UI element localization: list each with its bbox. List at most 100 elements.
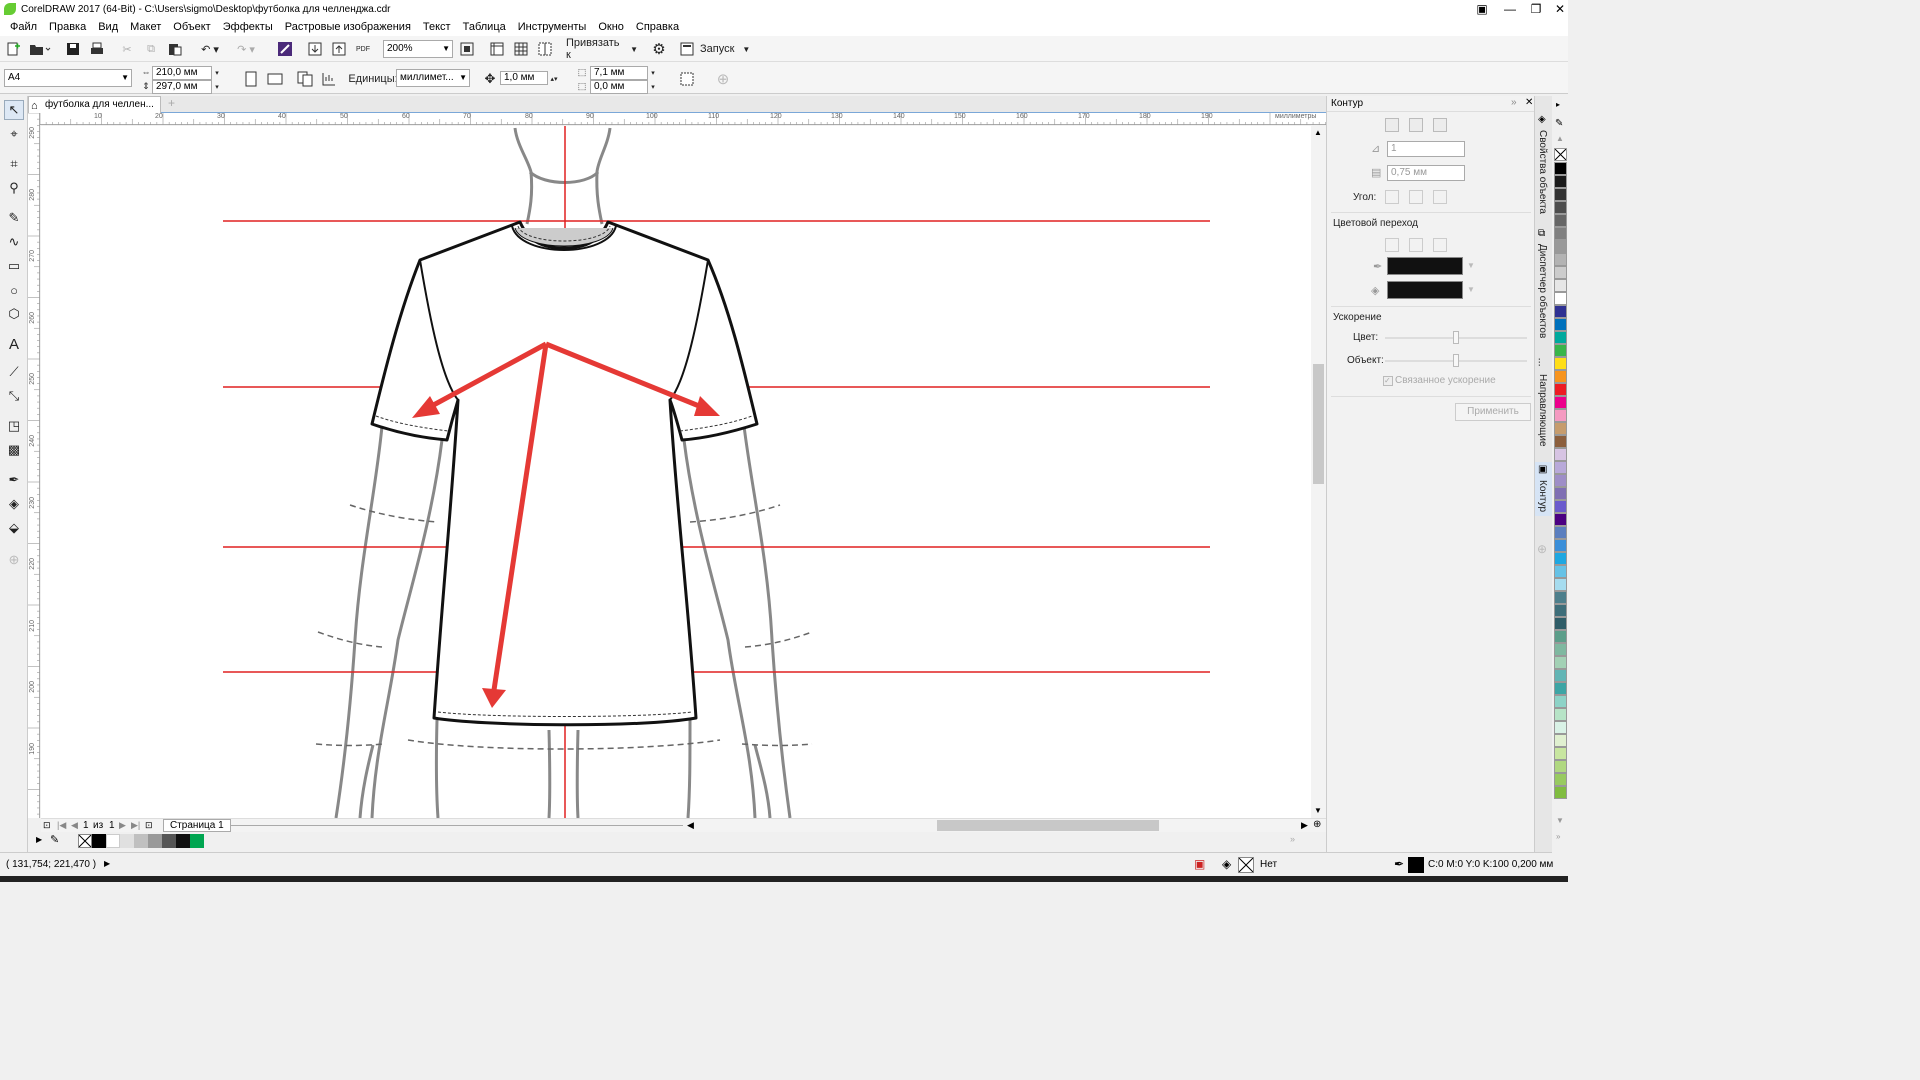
add-tool-icon[interactable]: ⊕: [4, 550, 24, 570]
menu-tools[interactable]: Инструменты: [518, 21, 587, 33]
palette-swatch[interactable]: [1554, 227, 1567, 240]
palette-swatch[interactable]: [1554, 461, 1567, 474]
palette-swatch[interactable]: [1554, 370, 1567, 383]
options-gear-icon[interactable]: ⚙: [650, 40, 668, 58]
window-menu-icon[interactable]: ▣: [1468, 0, 1496, 18]
publish-pdf-icon[interactable]: PDF: [354, 40, 372, 58]
menu-bitmaps[interactable]: Растровые изображения: [285, 21, 411, 33]
home-icon[interactable]: ⌂: [31, 98, 38, 114]
palette-swatch[interactable]: [1554, 253, 1567, 266]
page-width-spinner[interactable]: ▾: [212, 66, 222, 80]
swatch-gray-70[interactable]: [162, 834, 176, 848]
zoom-navigator-icon[interactable]: ⊕: [1313, 819, 1321, 830]
tshirt-drawing[interactable]: [41, 126, 1311, 818]
search-content-icon[interactable]: [276, 40, 294, 58]
tab-outline[interactable]: Контур: [1537, 480, 1548, 512]
vertical-scrollbar[interactable]: ▲ ▼: [1311, 126, 1326, 818]
palette-swatch[interactable]: [1554, 539, 1567, 552]
duplicate-y-spinner[interactable]: ▾: [648, 80, 658, 94]
palette-swatch[interactable]: [1554, 500, 1567, 513]
palette-swatch[interactable]: [1554, 682, 1567, 695]
menu-text[interactable]: Текст: [423, 21, 451, 33]
palette-swatch[interactable]: [1554, 747, 1567, 760]
snap-to-dropdown[interactable]: Привязать к ▼: [566, 37, 638, 61]
menu-layout[interactable]: Макет: [130, 21, 161, 33]
print-icon[interactable]: [88, 40, 106, 58]
copy-icon[interactable]: ⧉: [142, 40, 160, 58]
cut-icon[interactable]: ✂: [118, 40, 136, 58]
palette-swatch[interactable]: [1554, 474, 1567, 487]
palette-swatch[interactable]: [1554, 591, 1567, 604]
palette-swatch[interactable]: [1554, 331, 1567, 344]
no-color-swatch[interactable]: [78, 834, 92, 848]
apply-button[interactable]: Применить: [1455, 403, 1531, 421]
palette-swatch[interactable]: [1554, 188, 1567, 201]
docker-close-icon[interactable]: ✕: [1525, 97, 1533, 108]
document-tab[interactable]: ⌂ футболка для челлен...: [28, 96, 161, 113]
current-page-icon[interactable]: [320, 70, 338, 88]
palette-swatch[interactable]: [1554, 708, 1567, 721]
tshirt-outline[interactable]: [370, 220, 759, 727]
palette-swatch[interactable]: [1554, 344, 1567, 357]
palette-swatch[interactable]: [1554, 175, 1567, 188]
swatch-green[interactable]: [190, 834, 204, 848]
add-page-after-icon[interactable]: ⊡: [145, 820, 153, 831]
outline-width-field[interactable]: 0,75 мм: [1387, 165, 1465, 181]
close-button[interactable]: ✕: [1546, 0, 1574, 18]
color-eyedropper-tool-icon[interactable]: ✒: [4, 470, 24, 490]
outline-corner-bevel-icon[interactable]: [1433, 118, 1447, 132]
show-guidelines-icon[interactable]: [536, 40, 554, 58]
angle-option-1-icon[interactable]: [1385, 190, 1399, 204]
palette-swatch[interactable]: [1554, 396, 1567, 409]
menu-effects[interactable]: Эффекты: [223, 21, 273, 33]
all-pages-icon[interactable]: [296, 70, 314, 88]
swatch-gray-20[interactable]: [134, 834, 148, 848]
polygon-tool-icon[interactable]: ⬡: [4, 304, 24, 324]
page-size-select[interactable]: A4 ▼: [4, 69, 132, 87]
drop-shadow-tool-icon[interactable]: ◳: [4, 416, 24, 436]
minimize-button[interactable]: —: [1496, 0, 1524, 18]
palette-swatch[interactable]: [1554, 279, 1567, 292]
palette-swatch[interactable]: [1554, 305, 1567, 318]
transparency-tool-icon[interactable]: ▩: [4, 440, 24, 460]
palette-swatch[interactable]: [1554, 604, 1567, 617]
nudge-spinner[interactable]: ▴▾: [548, 71, 560, 87]
end-color-picker[interactable]: [1387, 281, 1463, 299]
object-accel-slider-thumb[interactable]: [1453, 354, 1459, 367]
page-width-field[interactable]: 210,0 мм: [152, 66, 212, 80]
angle-option-3-icon[interactable]: [1433, 190, 1447, 204]
pick-tool-icon[interactable]: ↖: [4, 100, 24, 120]
page-tab[interactable]: Страница 1: [163, 819, 231, 832]
paste-icon[interactable]: [166, 40, 184, 58]
palette-swatch[interactable]: [1554, 721, 1567, 734]
parallel-dimension-tool-icon[interactable]: ⟋: [4, 362, 24, 382]
palette-swatch[interactable]: [1554, 669, 1567, 682]
angle-option-2-icon[interactable]: [1409, 190, 1423, 204]
landscape-icon[interactable]: [266, 70, 284, 88]
menu-table[interactable]: Таблица: [463, 21, 506, 33]
add-page-icon[interactable]: ⊡: [43, 820, 51, 831]
blend-clockwise-icon[interactable]: [1409, 238, 1423, 252]
palette-swatch[interactable]: [1554, 357, 1567, 370]
palette-swatch[interactable]: [1554, 734, 1567, 747]
menu-edit[interactable]: Правка: [49, 21, 86, 33]
freehand-tool-icon[interactable]: ✎: [4, 208, 24, 228]
palette-swatch[interactable]: [1554, 695, 1567, 708]
open-icon[interactable]: [28, 40, 52, 58]
blend-counterclockwise-icon[interactable]: [1433, 238, 1447, 252]
palette-expand-icon[interactable]: »: [1556, 832, 1560, 841]
palette-swatch[interactable]: [1554, 565, 1567, 578]
rectangle-tool-icon[interactable]: ▭: [4, 256, 24, 276]
add-docker-icon[interactable]: ⊕: [1537, 542, 1547, 556]
page-height-spinner[interactable]: ▾: [212, 80, 222, 94]
eyedropper-icon[interactable]: ✎: [50, 833, 59, 846]
palette-swatch[interactable]: [1554, 292, 1567, 305]
palette-swatch[interactable]: [1554, 487, 1567, 500]
duplicate-x-field[interactable]: 7,1 мм: [590, 66, 648, 80]
fill-none-swatch[interactable]: [1238, 857, 1254, 873]
undo-icon[interactable]: ↶ ▾: [196, 40, 224, 58]
text-tool-icon[interactable]: A: [4, 334, 24, 354]
swatch-white[interactable]: [106, 834, 120, 848]
add-toolbar-icon[interactable]: ⊕: [714, 70, 732, 88]
redo-icon[interactable]: ↷ ▾: [232, 40, 260, 58]
